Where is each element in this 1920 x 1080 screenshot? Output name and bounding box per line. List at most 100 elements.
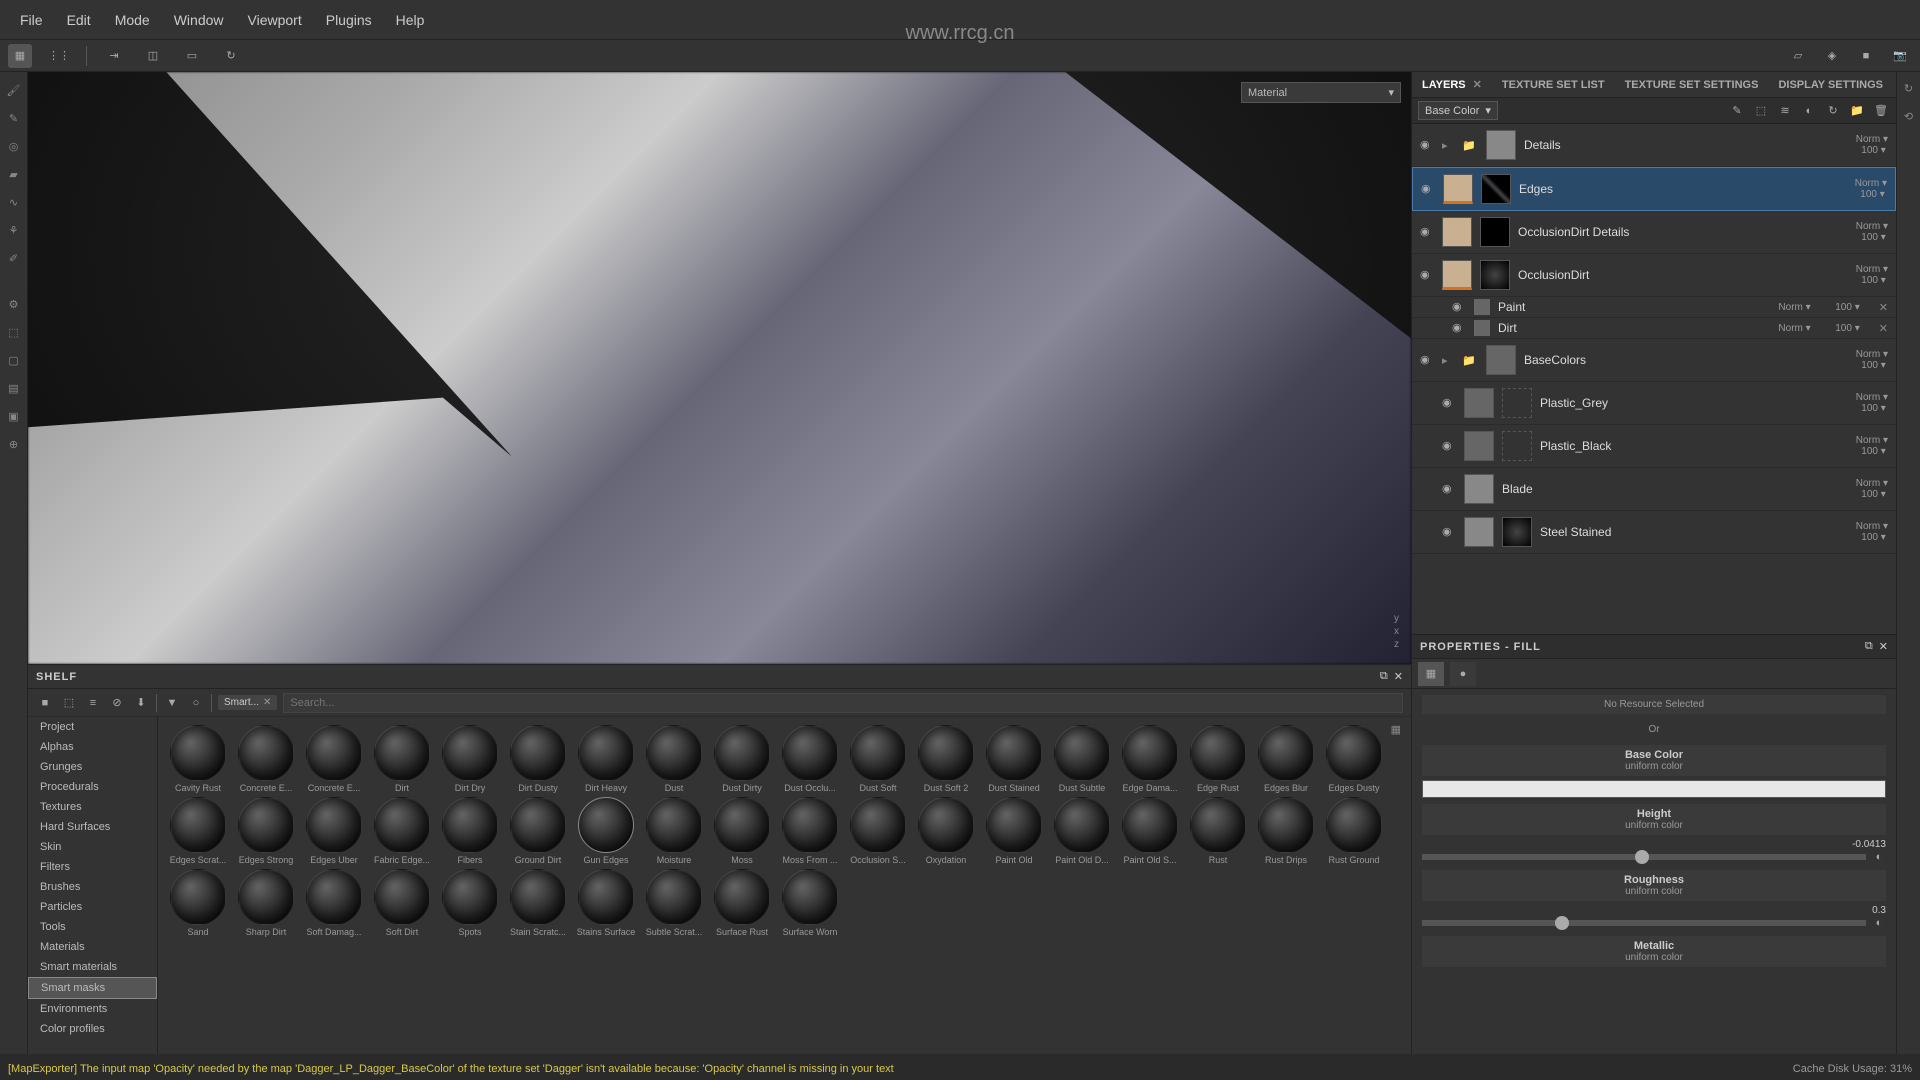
history-icon[interactable]: ⟲ — [1901, 108, 1917, 124]
layer-opacity[interactable]: 100 ▾ — [1856, 275, 1886, 286]
layer-blend-mode[interactable]: Norm ▾ — [1856, 478, 1888, 489]
toolbar-cube-icon[interactable]: ◈ — [1820, 44, 1844, 68]
shelf-item[interactable]: Edges Strong — [234, 797, 298, 865]
menu-edit[interactable]: Edit — [55, 8, 103, 32]
layers-effect-icon[interactable]: ⬚ — [1752, 102, 1770, 120]
layer-thumbnail[interactable] — [1464, 474, 1494, 504]
layer-row[interactable]: ◉OcclusionDirt DetailsNorm ▾100 ▾ — [1412, 211, 1896, 254]
shelf-item[interactable]: Fibers — [438, 797, 502, 865]
shelf-close-icon[interactable]: ✕ — [1394, 670, 1403, 683]
layer-mask-thumbnail[interactable] — [1502, 388, 1532, 418]
shelf-item[interactable]: Soft Dirt — [370, 869, 434, 937]
toolbar-layers-icon[interactable]: ▭ — [180, 44, 204, 68]
effect-opacity[interactable]: 100 ▾ — [1830, 323, 1860, 334]
shelf-item[interactable]: Moss From ... — [778, 797, 842, 865]
layer-mask-thumbnail[interactable] — [1502, 431, 1532, 461]
brush-tool-icon[interactable]: 🖌 — [4, 80, 24, 100]
layer-row[interactable]: ◉Plastic_GreyNorm ▾100 ▾ — [1412, 382, 1896, 425]
expand-icon[interactable]: ⬚ — [4, 322, 24, 342]
eye-icon[interactable]: ◉ — [1420, 353, 1434, 367]
shelf-category[interactable]: Brushes — [28, 877, 157, 897]
shelf-item[interactable]: Rust — [1186, 797, 1250, 865]
menu-mode[interactable]: Mode — [103, 8, 162, 32]
toolbar-camera-icon[interactable]: 📷 — [1888, 44, 1912, 68]
menu-file[interactable]: File — [8, 8, 55, 32]
props-roughness-slider[interactable] — [1422, 920, 1866, 926]
rebake-icon[interactable]: ↻ — [1901, 80, 1917, 96]
layer-opacity[interactable]: 100 ▾ — [1856, 446, 1886, 457]
settings-icon[interactable]: ⚙ — [4, 294, 24, 314]
shelf-item[interactable]: Edges Blur — [1254, 725, 1318, 793]
shelf-item[interactable]: Paint Old S... — [1118, 797, 1182, 865]
layer-blend-mode[interactable]: Norm ▾ — [1856, 221, 1888, 232]
shelf-item[interactable]: Concrete E... — [234, 725, 298, 793]
shelf-item[interactable]: Edge Dama... — [1118, 725, 1182, 793]
eye-icon[interactable]: ◉ — [1420, 268, 1434, 282]
shelf-item[interactable]: Edges Dusty — [1322, 725, 1386, 793]
shelf-refresh-icon[interactable]: ○ — [187, 694, 205, 712]
shelf-item[interactable]: Dust Subtle — [1050, 725, 1114, 793]
props-height-slider[interactable] — [1422, 854, 1866, 860]
shelf-item[interactable]: Concrete E... — [302, 725, 366, 793]
layer-opacity[interactable]: 100 ▾ — [1856, 145, 1886, 156]
shelf-item[interactable]: Dirt — [370, 725, 434, 793]
shelf-item[interactable]: Rust Ground — [1322, 797, 1386, 865]
shelf-item[interactable]: Sand — [166, 869, 230, 937]
layer-thumbnail[interactable] — [1443, 174, 1473, 204]
layer-mask-thumbnail[interactable] — [1502, 517, 1532, 547]
shelf-item[interactable]: Stains Surface — [574, 869, 638, 937]
layer-thumbnail[interactable] — [1464, 388, 1494, 418]
shelf-item[interactable]: Soft Damag... — [302, 869, 366, 937]
tab-layers[interactable]: LAYERS ✕ — [1412, 73, 1492, 96]
shelf-category[interactable]: Particles — [28, 897, 157, 917]
layer-effect-row[interactable]: ◉DirtNorm ▾ 100 ▾ ✕ — [1412, 318, 1896, 339]
layer-opacity[interactable]: 100 ▾ — [1856, 360, 1886, 371]
shelf-category[interactable]: Procedurals — [28, 777, 157, 797]
shelf-import-icon[interactable]: ⬇ — [132, 694, 150, 712]
props-tab-fill-icon[interactable]: ▦ — [1418, 662, 1444, 686]
shelf-item[interactable]: Surface Rust — [710, 869, 774, 937]
layer-row[interactable]: ◉▸📁DetailsNorm ▾100 ▾ — [1412, 124, 1896, 167]
toolbar-refresh-icon[interactable]: ↻ — [219, 44, 243, 68]
props-undock-icon[interactable]: ⧉ — [1865, 640, 1873, 653]
shelf-item[interactable]: Dust Soft — [846, 725, 910, 793]
toolbar-mirror-icon[interactable]: ◫ — [141, 44, 165, 68]
effect-blend[interactable]: Norm ▾ — [1778, 302, 1810, 313]
eyedropper-icon[interactable]: ◐ — [1872, 850, 1886, 864]
mask-icon[interactable]: ▢ — [4, 350, 24, 370]
shelf-category[interactable]: Project — [28, 717, 157, 737]
viewport-3d[interactable]: Material▾ y x z — [28, 72, 1411, 664]
shelf-item[interactable]: Ground Dirt — [506, 797, 570, 865]
shelf-category[interactable]: Smart masks — [28, 977, 157, 999]
shelf-filter-icon[interactable]: ▼ — [163, 694, 181, 712]
layer-blend-mode[interactable]: Norm ▾ — [1856, 392, 1888, 403]
shelf-item[interactable]: Sharp Dirt — [234, 869, 298, 937]
shelf-item[interactable]: Paint Old D... — [1050, 797, 1114, 865]
material-dropdown[interactable]: Material▾ — [1241, 82, 1401, 103]
shelf-category[interactable]: Alphas — [28, 737, 157, 757]
layer-thumbnail[interactable] — [1486, 345, 1516, 375]
shelf-category[interactable]: Color profiles — [28, 1019, 157, 1039]
layer-thumbnail[interactable] — [1486, 130, 1516, 160]
tab-close-icon[interactable]: ✕ — [1473, 79, 1482, 91]
layers-edit-icon[interactable]: ✎ — [1728, 102, 1746, 120]
toolbar-perspective-icon[interactable]: ▱ — [1786, 44, 1810, 68]
shelf-item[interactable]: Dust Soft 2 — [914, 725, 978, 793]
shelf-home-icon[interactable]: ■ — [36, 694, 54, 712]
eye-icon[interactable]: ◉ — [1452, 300, 1466, 314]
shelf-undock-icon[interactable]: ⧉ — [1380, 670, 1388, 683]
layer-thumbnail[interactable] — [1464, 517, 1494, 547]
layer-effect-row[interactable]: ◉PaintNorm ▾ 100 ▾ ✕ — [1412, 297, 1896, 318]
shelf-category[interactable]: Materials — [28, 937, 157, 957]
collapse-icon[interactable]: ▸ — [1442, 354, 1452, 367]
eye-icon[interactable]: ◉ — [1452, 321, 1466, 335]
channel-dropdown[interactable]: Base Color▾ — [1418, 101, 1498, 120]
shelf-item[interactable]: Rust Drips — [1254, 797, 1318, 865]
smudge-tool-icon[interactable]: ∿ — [4, 192, 24, 212]
menu-help[interactable]: Help — [384, 8, 437, 32]
layer-blend-mode[interactable]: Norm ▾ — [1856, 349, 1888, 360]
gear-icon[interactable]: ⊕ — [4, 434, 24, 454]
effect-blend[interactable]: Norm ▾ — [1778, 323, 1810, 334]
shelf-item[interactable]: Surface Worn — [778, 869, 842, 937]
menu-window[interactable]: Window — [162, 8, 236, 32]
